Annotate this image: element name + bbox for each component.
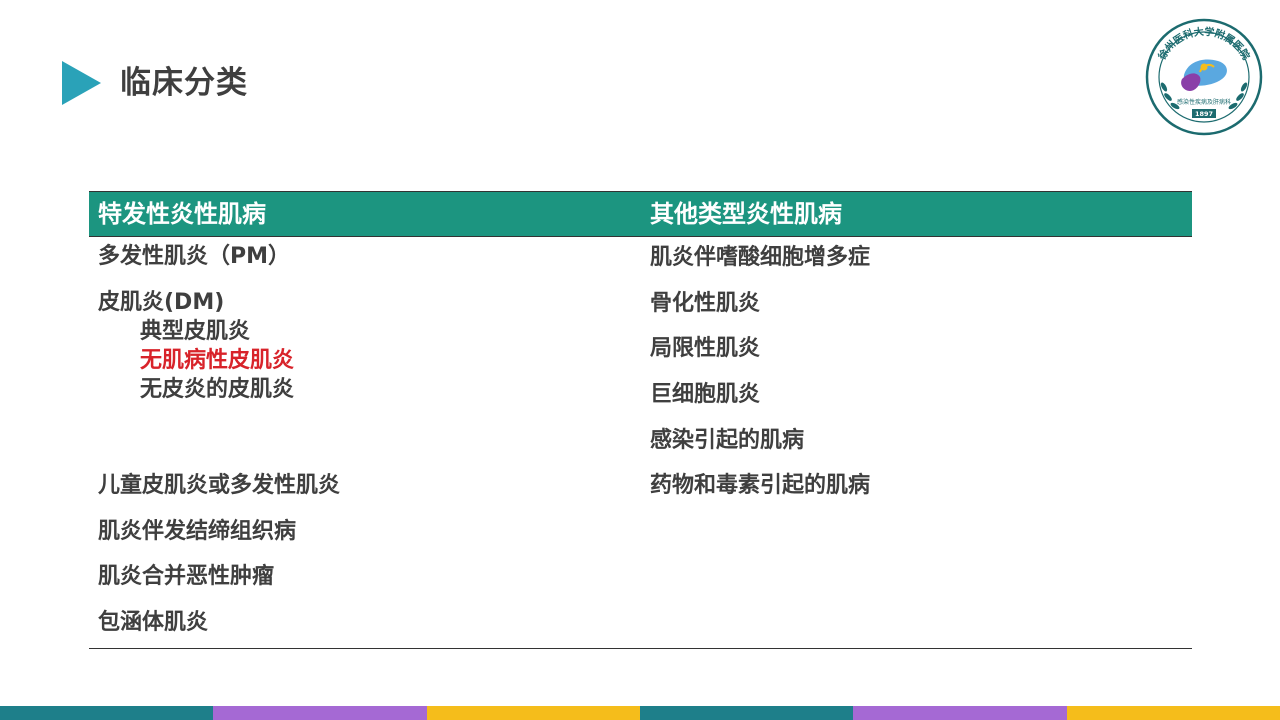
bar-segment	[639, 706, 854, 720]
bar-segment	[426, 706, 640, 720]
item-giant-cell: 巨细胞肌炎	[650, 382, 761, 407]
item-infection: 感染引起的肌病	[650, 428, 805, 453]
item-pm: 多发性肌炎（PM）	[98, 244, 291, 269]
item-dm-typical: 典型皮肌炎	[140, 319, 251, 344]
hospital-logo: 徐州医科大学附属医院 感染性疾病及肝病科 1897	[1144, 17, 1264, 137]
item-malignancy: 肌炎合并恶性肿瘤	[98, 564, 275, 589]
slide-title: 临床分类	[120, 65, 248, 101]
logo-year: 1897	[1195, 110, 1213, 118]
classification-table: 特发性炎性肌病 其他类型炎性肌病 多发性肌炎（PM） 皮肌炎(DM) 典型皮肌炎…	[89, 191, 1192, 649]
item-ibm: 包涵体肌炎	[98, 610, 209, 635]
bottom-color-bar	[0, 706, 1280, 720]
item-focal: 局限性肌炎	[650, 336, 761, 361]
header-idiopathic: 特发性炎性肌病	[98, 200, 266, 228]
item-dm-amyopathic: 无肌病性皮肌炎	[140, 348, 295, 373]
item-ossificans: 骨化性肌炎	[650, 291, 761, 316]
title-arrow-icon	[62, 61, 101, 105]
bar-segment	[853, 706, 1067, 720]
item-drug-toxin: 药物和毒素引起的肌病	[650, 473, 871, 498]
table-header-row: 特发性炎性肌病 其他类型炎性肌病	[89, 191, 1192, 237]
bar-segment	[1066, 706, 1280, 720]
bar-segment	[0, 706, 214, 720]
item-juvenile: 儿童皮肌炎或多发性肌炎	[98, 473, 341, 498]
item-eosinophilic: 肌炎伴嗜酸细胞增多症	[650, 245, 871, 270]
item-ctd: 肌炎伴发结缔组织病	[98, 519, 297, 544]
item-dm: 皮肌炎(DM)	[98, 290, 225, 315]
bar-segment	[213, 706, 427, 720]
item-dm-sine: 无皮炎的皮肌炎	[140, 377, 295, 402]
logo-dept-text: 感染性疾病及肝病科	[1177, 98, 1231, 106]
header-other: 其他类型炎性肌病	[650, 200, 842, 228]
